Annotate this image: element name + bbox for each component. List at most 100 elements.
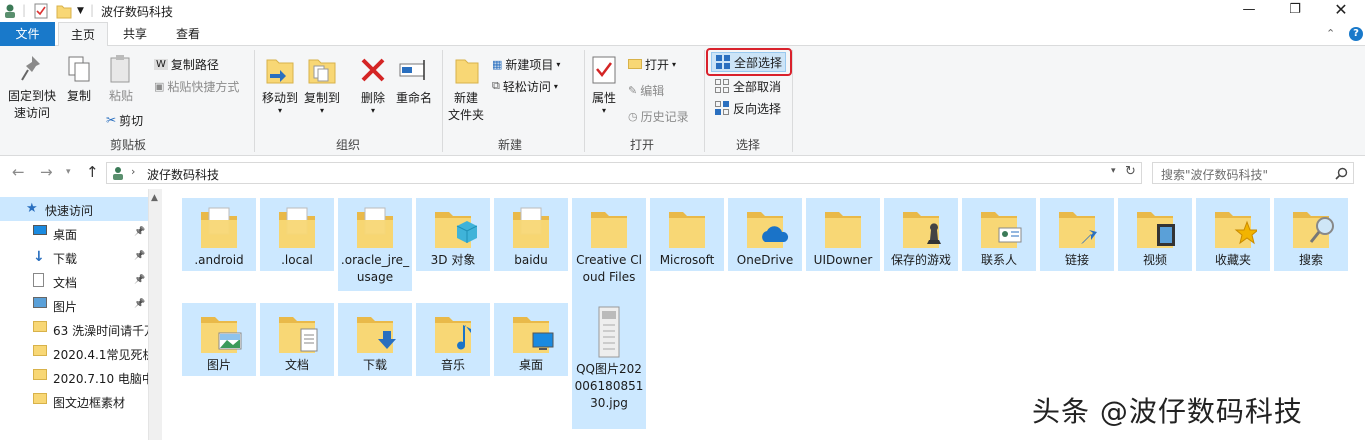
- app-icon[interactable]: [2, 3, 18, 19]
- file-item[interactable]: 保存的游戏: [884, 198, 958, 271]
- folder-icon: [33, 369, 47, 380]
- history-button[interactable]: ◷ 历史记录: [628, 106, 689, 126]
- forward-arrow-icon[interactable]: →: [40, 163, 53, 181]
- file-item[interactable]: .oracle_jre_usage: [338, 198, 412, 291]
- chevron-down-icon: ▾: [601, 106, 606, 115]
- paste-shortcut-button[interactable]: ▣ 粘贴快捷方式: [154, 76, 239, 96]
- copy-button[interactable]: 复制: [62, 54, 96, 104]
- file-item[interactable]: 3D 对象: [416, 198, 490, 271]
- file-item[interactable]: QQ图片20200618085130.jpg: [572, 303, 646, 429]
- sidebar-item[interactable]: 图文边框素材: [0, 389, 148, 413]
- new-item-icon: ▦: [492, 57, 503, 71]
- close-button[interactable]: ✕: [1318, 0, 1364, 22]
- qa-dropdown-icon[interactable]: ▼: [77, 6, 84, 22]
- folder-icon: [195, 204, 243, 252]
- up-arrow-icon[interactable]: ↑: [86, 163, 99, 181]
- file-item[interactable]: 链接: [1040, 198, 1114, 271]
- user-folder-icon: [113, 167, 123, 180]
- file-name: .local: [281, 253, 313, 267]
- paste-button[interactable]: 粘贴: [104, 54, 138, 104]
- tab-file[interactable]: 文件: [0, 22, 55, 46]
- new-item-button[interactable]: ▦ 新建项目 ▾: [492, 54, 560, 74]
- pin-icon[interactable]: 📌: [134, 299, 145, 309]
- invert-selection-button[interactable]: 反向选择: [714, 98, 781, 118]
- file-item[interactable]: baidu: [494, 198, 568, 271]
- properties-button[interactable]: 属性 ▾: [588, 54, 620, 115]
- sidebar-item-label: 桌面: [53, 228, 78, 242]
- folder-icon: [273, 204, 321, 252]
- file-item[interactable]: Microsoft: [650, 198, 724, 271]
- delete-button[interactable]: 删除 ▾: [356, 54, 390, 115]
- tab-view[interactable]: 查看: [162, 22, 214, 46]
- chevron-down-icon: ▾: [370, 106, 375, 115]
- open-button[interactable]: 打开 ▾: [628, 54, 676, 74]
- file-item[interactable]: .android: [182, 198, 256, 271]
- file-item[interactable]: 音乐: [416, 303, 490, 376]
- pin-quick-access-button[interactable]: 固定到快 速访问: [6, 54, 58, 121]
- sidebar-item[interactable]: 2020.4.1常见死机: [0, 341, 148, 365]
- minimize-button[interactable]: —: [1226, 0, 1272, 22]
- sidebar-item-label: 图片: [53, 300, 78, 314]
- easy-access-button[interactable]: ⧉ 轻松访问 ▾: [492, 76, 558, 96]
- file-item[interactable]: 文档: [260, 303, 334, 376]
- file-item[interactable]: OneDrive: [728, 198, 802, 271]
- file-item[interactable]: 图片: [182, 303, 256, 376]
- maximize-button[interactable]: ❐: [1272, 0, 1318, 22]
- file-item[interactable]: 搜索: [1274, 198, 1348, 271]
- pin-icon[interactable]: 📌: [134, 227, 145, 237]
- file-item[interactable]: 视频: [1118, 198, 1192, 271]
- sidebar-item[interactable]: 63 洗澡时间请千万: [0, 317, 148, 341]
- search-box[interactable]: 搜索"波仔数码科技": [1152, 162, 1354, 184]
- sidebar-item[interactable]: 2020.7.10 电脑中: [0, 365, 148, 389]
- sidebar-item[interactable]: 图片 📌: [0, 293, 148, 317]
- pin-icon[interactable]: 📌: [134, 275, 145, 285]
- new-folder-button[interactable]: 新建 文件夹: [446, 54, 486, 123]
- tab-home[interactable]: 主页: [58, 22, 108, 47]
- back-arrow-icon[interactable]: ←: [12, 163, 25, 181]
- group-select-label: 选择: [735, 138, 760, 152]
- sidebar-item[interactable]: 文档 📌: [0, 269, 148, 293]
- ribbon-collapse-icon[interactable]: ⌃: [1326, 27, 1335, 40]
- file-item[interactable]: .local: [260, 198, 334, 271]
- folder-icon: [351, 204, 399, 252]
- sidebar-scrollbar[interactable]: ▲: [148, 189, 162, 440]
- sidebar-item[interactable]: 桌面 📌: [0, 221, 148, 245]
- move-to-label: 移动到: [261, 91, 298, 105]
- cut-button[interactable]: ✂ 剪切: [106, 110, 143, 130]
- file-item[interactable]: UIDowner: [806, 198, 880, 271]
- properties-qa-icon[interactable]: [34, 3, 48, 19]
- file-name: Creative Cloud Files: [576, 253, 642, 284]
- folder-icon: [585, 204, 633, 252]
- refresh-icon[interactable]: ↻: [1125, 164, 1136, 179]
- copy-to-button[interactable]: 复制到 ▾: [302, 54, 342, 115]
- file-name: 3D 对象: [430, 253, 476, 267]
- sidebar-item-label: 下载: [53, 252, 78, 266]
- search-placeholder: 搜索"波仔数码科技": [1161, 168, 1269, 182]
- file-item[interactable]: 联系人: [962, 198, 1036, 271]
- pin-icon[interactable]: 📌: [134, 251, 145, 261]
- search-icon[interactable]: [1335, 167, 1348, 180]
- file-name: .android: [194, 253, 244, 267]
- sidebar-item[interactable]: ★ 快速访问: [0, 197, 148, 221]
- delete-icon: [361, 58, 385, 82]
- file-name: 搜索: [1298, 253, 1323, 267]
- edit-button[interactable]: ✎ 编辑: [628, 80, 664, 100]
- breadcrumb-chevron-icon[interactable]: ›: [131, 165, 135, 178]
- address-dropdown-icon[interactable]: ▾: [1111, 166, 1116, 176]
- file-item[interactable]: Creative Cloud Files: [572, 198, 646, 304]
- recent-chevron-icon[interactable]: ▾: [66, 167, 71, 177]
- sidebar-item[interactable]: ↓ 下载 📌: [0, 245, 148, 269]
- scroll-up-icon[interactable]: ▲: [151, 193, 158, 203]
- select-none-button[interactable]: 全部取消: [714, 76, 781, 96]
- file-item[interactable]: 下载: [338, 303, 412, 376]
- move-to-button[interactable]: 移动到 ▾: [260, 54, 300, 115]
- copy-path-button[interactable]: W 复制路径: [154, 54, 219, 74]
- rename-button[interactable]: 重命名: [394, 54, 434, 106]
- new-folder-qa-icon[interactable]: [56, 3, 72, 19]
- help-icon[interactable]: ?: [1349, 27, 1363, 41]
- address-bar[interactable]: › 波仔数码科技 ▾ ↻: [106, 162, 1142, 184]
- file-item[interactable]: 收藏夹: [1196, 198, 1270, 271]
- paste-icon: [110, 55, 130, 83]
- file-item[interactable]: 桌面: [494, 303, 568, 376]
- tab-share[interactable]: 共享: [110, 22, 160, 46]
